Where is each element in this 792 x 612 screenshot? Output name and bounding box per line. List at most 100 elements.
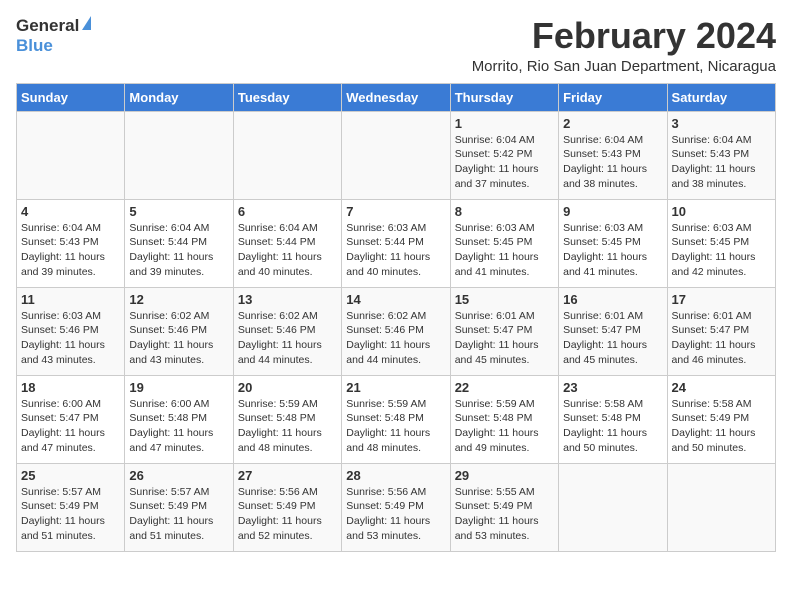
calendar-cell: 8Sunrise: 6:03 AM Sunset: 5:45 PM Daylig… [450,199,558,287]
day-info: Sunrise: 6:01 AM Sunset: 5:47 PM Dayligh… [563,309,662,368]
calendar-cell [17,111,125,199]
calendar-cell: 21Sunrise: 5:59 AM Sunset: 5:48 PM Dayli… [342,375,450,463]
day-number: 22 [455,380,554,395]
day-info: Sunrise: 5:56 AM Sunset: 5:49 PM Dayligh… [238,485,337,544]
calendar-cell [667,463,775,551]
header-monday: Monday [125,83,233,111]
logo-general: General [16,16,79,36]
day-info: Sunrise: 5:59 AM Sunset: 5:48 PM Dayligh… [238,397,337,456]
calendar-cell: 11 Sunrise: 6:03 AM Sunset: 5:46 PM Dayli… [17,287,125,375]
day-info: Sunrise: 6:04 AM Sunset: 5:42 PM Dayligh… [455,133,554,192]
day-info: Sunrise: 5:56 AM Sunset: 5:49 PM Dayligh… [346,485,445,544]
header-wednesday: Wednesday [342,83,450,111]
day-number: 19 [129,380,228,395]
day-info: Sunrise: 6:03 AM Sunset: 5:46 PM Dayligh… [21,309,120,368]
calendar-cell: 25 Sunrise: 5:57 AM Sunset: 5:49 PM Dayli… [17,463,125,551]
calendar-cell: 24 Sunrise: 5:58 AM Sunset: 5:49 PM Dayli… [667,375,775,463]
calendar-cell: 28Sunrise: 5:56 AM Sunset: 5:49 PM Dayli… [342,463,450,551]
day-number: 9 [563,204,662,219]
calendar-cell: 5 Sunrise: 6:04 AM Sunset: 5:44 PM Daylig… [125,199,233,287]
day-number: 14 [346,292,445,307]
calendar-cell: 22 Sunrise: 5:59 AM Sunset: 5:48 PM Dayli… [450,375,558,463]
day-number: 5 [129,204,228,219]
day-info: Sunrise: 6:02 AM Sunset: 5:46 PM Dayligh… [346,309,445,368]
header-sunday: Sunday [17,83,125,111]
calendar-cell: 18Sunrise: 6:00 AM Sunset: 5:47 PM Dayli… [17,375,125,463]
calendar-week-4: 25 Sunrise: 5:57 AM Sunset: 5:49 PM Dayli… [17,463,776,551]
day-info: Sunrise: 5:58 AM Sunset: 5:48 PM Dayligh… [563,397,662,456]
calendar-cell: 12 Sunrise: 6:02 AM Sunset: 5:46 PM Dayli… [125,287,233,375]
header-thursday: Thursday [450,83,558,111]
day-number: 11 [21,292,120,307]
title-block: February 2024 Morrito, Rio San Juan Depa… [472,16,776,75]
calendar-cell: 17 Sunrise: 6:01 AM Sunset: 5:47 PM Dayli… [667,287,775,375]
calendar-cell: 27 Sunrise: 5:56 AM Sunset: 5:49 PM Dayli… [233,463,341,551]
calendar-cell [233,111,341,199]
day-info: Sunrise: 6:04 AM Sunset: 5:44 PM Dayligh… [238,221,337,280]
calendar-cell: 14 Sunrise: 6:02 AM Sunset: 5:46 PM Dayli… [342,287,450,375]
day-number: 20 [238,380,337,395]
day-number: 6 [238,204,337,219]
day-info: Sunrise: 6:03 AM Sunset: 5:45 PM Dayligh… [563,221,662,280]
day-number: 26 [129,468,228,483]
calendar-cell: 1 Sunrise: 6:04 AM Sunset: 5:42 PM Daylig… [450,111,558,199]
calendar-cell: 2 Sunrise: 6:04 AM Sunset: 5:43 PM Daylig… [559,111,667,199]
calendar-week-0: 1 Sunrise: 6:04 AM Sunset: 5:42 PM Daylig… [17,111,776,199]
calendar-cell: 10Sunrise: 6:03 AM Sunset: 5:45 PM Dayli… [667,199,775,287]
month-year-title: February 2024 [472,16,776,56]
day-info: Sunrise: 5:59 AM Sunset: 5:48 PM Dayligh… [346,397,445,456]
calendar-table: SundayMondayTuesdayWednesdayThursdayFrid… [16,83,776,552]
calendar-cell [342,111,450,199]
header: General Blue February 2024 Morrito, Rio … [16,16,776,75]
day-info: Sunrise: 6:03 AM Sunset: 5:44 PM Dayligh… [346,221,445,280]
day-number: 23 [563,380,662,395]
calendar-cell: 16 Sunrise: 6:01 AM Sunset: 5:47 PM Dayli… [559,287,667,375]
day-info: Sunrise: 6:01 AM Sunset: 5:47 PM Dayligh… [455,309,554,368]
day-number: 17 [672,292,771,307]
day-number: 27 [238,468,337,483]
day-number: 25 [21,468,120,483]
calendar-cell: 20 Sunrise: 5:59 AM Sunset: 5:48 PM Dayli… [233,375,341,463]
logo: General Blue [16,16,91,56]
day-number: 24 [672,380,771,395]
calendar-week-2: 11 Sunrise: 6:03 AM Sunset: 5:46 PM Dayli… [17,287,776,375]
day-number: 12 [129,292,228,307]
calendar-cell [125,111,233,199]
day-info: Sunrise: 5:55 AM Sunset: 5:49 PM Dayligh… [455,485,554,544]
day-number: 29 [455,468,554,483]
day-number: 7 [346,204,445,219]
calendar-cell: 4Sunrise: 6:04 AM Sunset: 5:43 PM Daylig… [17,199,125,287]
calendar-week-3: 18Sunrise: 6:00 AM Sunset: 5:47 PM Dayli… [17,375,776,463]
logo-triangle-icon [82,16,91,30]
location-subtitle: Morrito, Rio San Juan Department, Nicara… [472,58,776,75]
day-info: Sunrise: 5:58 AM Sunset: 5:49 PM Dayligh… [672,397,771,456]
day-info: Sunrise: 6:01 AM Sunset: 5:47 PM Dayligh… [672,309,771,368]
header-tuesday: Tuesday [233,83,341,111]
day-info: Sunrise: 6:04 AM Sunset: 5:43 PM Dayligh… [563,133,662,192]
day-info: Sunrise: 6:04 AM Sunset: 5:44 PM Dayligh… [129,221,228,280]
day-number: 3 [672,116,771,131]
day-info: Sunrise: 6:03 AM Sunset: 5:45 PM Dayligh… [455,221,554,280]
day-info: Sunrise: 5:57 AM Sunset: 5:49 PM Dayligh… [129,485,228,544]
calendar-cell: 26 Sunrise: 5:57 AM Sunset: 5:49 PM Dayli… [125,463,233,551]
day-number: 15 [455,292,554,307]
header-saturday: Saturday [667,83,775,111]
day-number: 1 [455,116,554,131]
calendar-header-row: SundayMondayTuesdayWednesdayThursdayFrid… [17,83,776,111]
calendar-cell: 3 Sunrise: 6:04 AM Sunset: 5:43 PM Daylig… [667,111,775,199]
day-info: Sunrise: 5:59 AM Sunset: 5:48 PM Dayligh… [455,397,554,456]
day-info: Sunrise: 6:02 AM Sunset: 5:46 PM Dayligh… [129,309,228,368]
logo-blue: Blue [16,36,53,55]
calendar-cell: 15 Sunrise: 6:01 AM Sunset: 5:47 PM Dayli… [450,287,558,375]
day-info: Sunrise: 6:04 AM Sunset: 5:43 PM Dayligh… [672,133,771,192]
day-info: Sunrise: 6:02 AM Sunset: 5:46 PM Dayligh… [238,309,337,368]
day-info: Sunrise: 6:00 AM Sunset: 5:47 PM Dayligh… [21,397,120,456]
day-info: Sunrise: 5:57 AM Sunset: 5:49 PM Dayligh… [21,485,120,544]
calendar-cell: 13Sunrise: 6:02 AM Sunset: 5:46 PM Dayli… [233,287,341,375]
calendar-week-1: 4Sunrise: 6:04 AM Sunset: 5:43 PM Daylig… [17,199,776,287]
day-number: 16 [563,292,662,307]
day-number: 2 [563,116,662,131]
calendar-cell: 7 Sunrise: 6:03 AM Sunset: 5:44 PM Daylig… [342,199,450,287]
calendar-cell: 19Sunrise: 6:00 AM Sunset: 5:48 PM Dayli… [125,375,233,463]
day-number: 10 [672,204,771,219]
